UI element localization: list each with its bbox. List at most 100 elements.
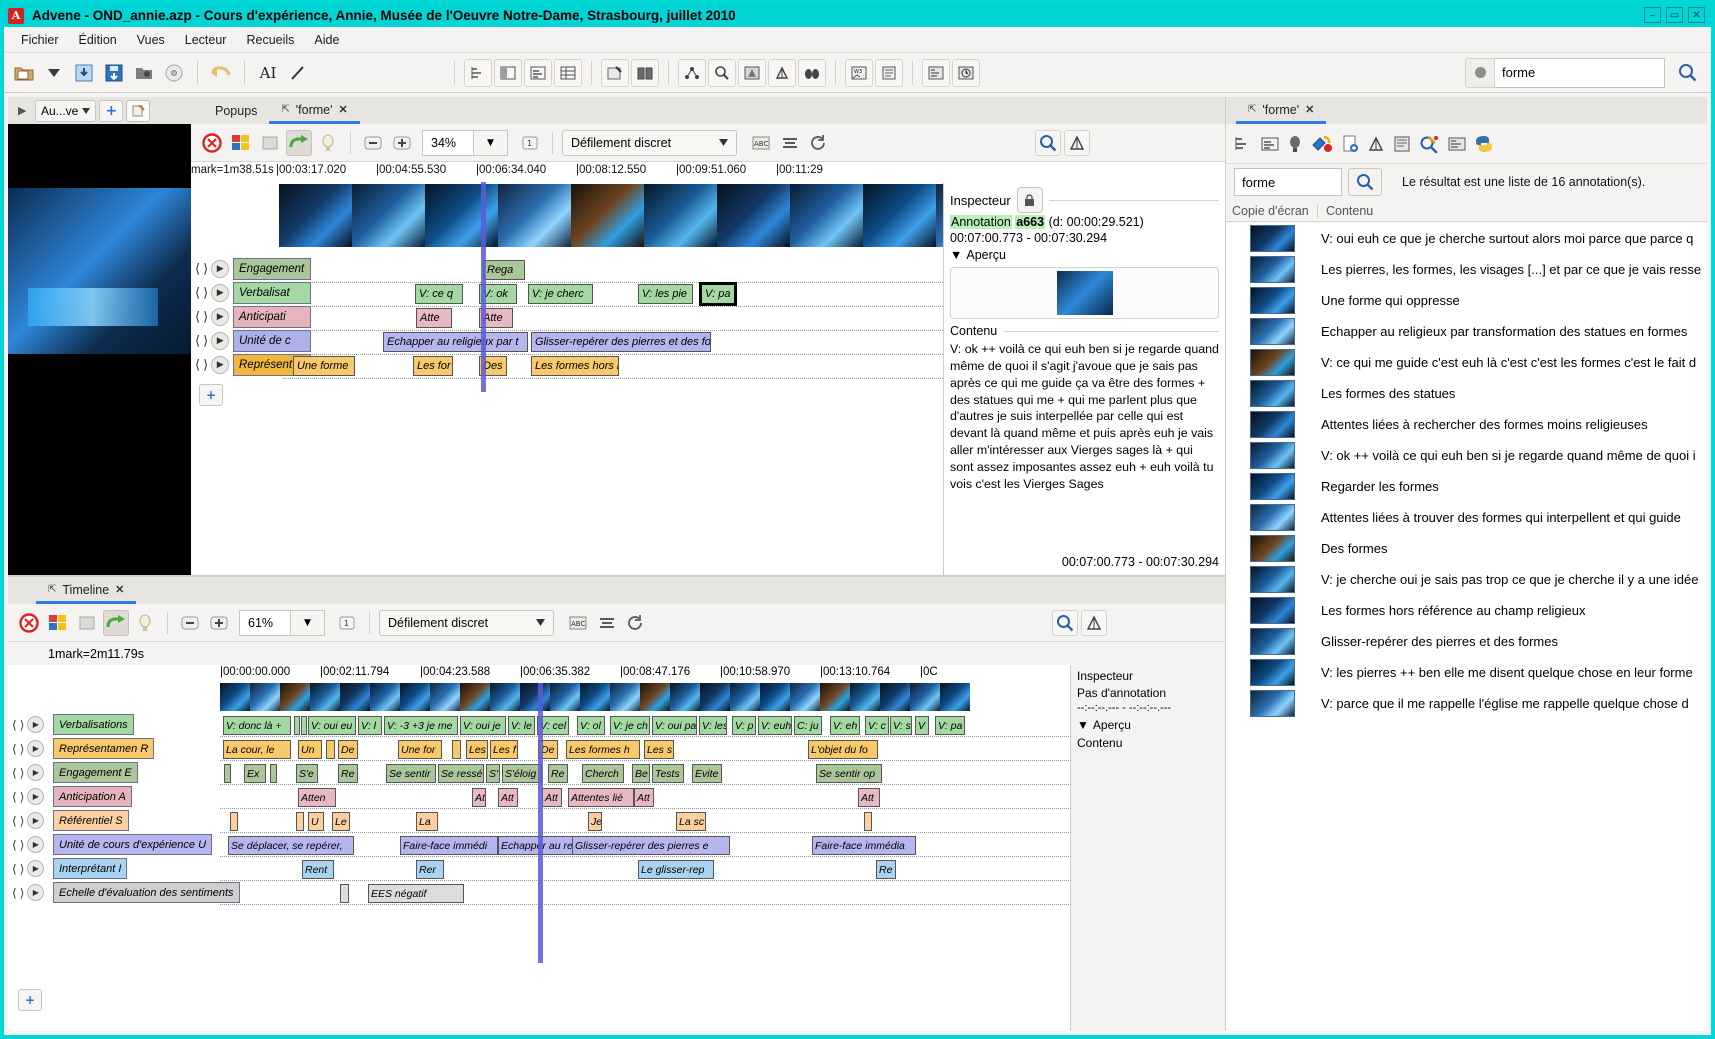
colors-icon[interactable]: [45, 610, 71, 636]
detach-icon[interactable]: ⇱: [48, 584, 56, 595]
bulb-icon[interactable]: [315, 130, 341, 156]
annotation-block[interactable]: U: [308, 812, 324, 831]
filmstrip-thumbnail[interactable]: [730, 683, 760, 711]
annotation-block[interactable]: Se sentir: [386, 764, 436, 783]
annotation-block[interactable]: Les s: [644, 740, 674, 759]
timeline-preview-header[interactable]: ▼ Aperçu: [1077, 718, 1219, 732]
shotvalidation-icon[interactable]: [1081, 609, 1107, 636]
zoom-in-icon[interactable]: [389, 130, 415, 156]
track-name[interactable]: Unité de cours d'expérience U: [53, 834, 213, 855]
chevron-down-icon[interactable]: [40, 59, 68, 87]
annotation-block[interactable]: V: les: [699, 716, 727, 735]
annotation-block[interactable]: [452, 740, 461, 759]
next-annotation-icon[interactable]: ⟩: [20, 766, 25, 780]
filmstrip-thumbnail[interactable]: [880, 683, 910, 711]
blank-icon[interactable]: [257, 130, 283, 156]
annotation-block[interactable]: Un: [298, 740, 322, 759]
annotation-block[interactable]: [224, 764, 231, 783]
zoom-dropdown-icon[interactable]: ▼: [474, 129, 508, 156]
result-thumbnail[interactable]: [1250, 535, 1295, 562]
list-item[interactable]: Des formes: [1226, 533, 1707, 564]
prev-annotation-icon[interactable]: ⟨: [12, 766, 17, 780]
filmstrip-thumbnail[interactable]: [220, 683, 250, 711]
preview-section-header[interactable]: ▼ Aperçu: [944, 245, 1225, 265]
results-list[interactable]: V: oui euh ce que je cherche surtout alo…: [1226, 223, 1707, 1031]
table-view-icon[interactable]: [554, 58, 582, 87]
annotation-block[interactable]: Att: [542, 788, 562, 807]
annotation-block[interactable]: [864, 812, 872, 831]
annotation-block[interactable]: V: donc là +: [223, 716, 291, 735]
tab-timeline[interactable]: ⇱ Timeline ✕: [36, 578, 137, 604]
list-item[interactable]: Une forme qui oppresse: [1226, 285, 1707, 316]
play-track-icon[interactable]: ▶: [27, 764, 45, 781]
list-item[interactable]: Attentes liées à rechercher des formes m…: [1226, 409, 1707, 440]
menu-aide[interactable]: Aide: [305, 30, 348, 50]
annotation-block[interactable]: V: je ch: [610, 716, 650, 735]
play-track-icon[interactable]: ▶: [27, 716, 45, 733]
menu-vues[interactable]: Vues: [128, 30, 174, 50]
record-dot-icon[interactable]: [1465, 57, 1495, 88]
search-input[interactable]: forme: [1495, 57, 1665, 88]
list-item[interactable]: V: je cherche oui je sais pas trop ce qu…: [1226, 564, 1707, 595]
zoom-dropdown-icon[interactable]: ▼: [291, 609, 325, 636]
annotation-block[interactable]: L'objet du fo: [808, 740, 878, 759]
filmstrip-thumbnail[interactable]: [250, 683, 280, 711]
annotation-block[interactable]: Les formes h: [566, 740, 640, 759]
stop-icon[interactable]: [199, 130, 225, 156]
search-icon[interactable]: [1348, 168, 1382, 196]
annotation-block[interactable]: [301, 716, 307, 735]
prev-annotation-icon[interactable]: ⟨: [195, 310, 200, 325]
annotation-block[interactable]: V: les pie: [638, 284, 693, 304]
expand-arrow-icon[interactable]: ▶: [18, 104, 32, 117]
document-icon[interactable]: [1394, 136, 1410, 152]
python-icon[interactable]: [1475, 135, 1493, 153]
result-thumbnail[interactable]: [1250, 225, 1295, 252]
search-icon[interactable]: [708, 58, 736, 87]
filmstrip-thumbnail[interactable]: [550, 683, 580, 711]
filmstrip-thumbnail[interactable]: [498, 184, 571, 247]
annotation-block[interactable]: V: oui pa: [652, 716, 697, 735]
filmstrip-thumbnail[interactable]: [760, 683, 790, 711]
prev-annotation-icon[interactable]: ⟨: [195, 286, 200, 301]
document-icon[interactable]: [875, 58, 903, 87]
annotation-block[interactable]: V: [915, 716, 929, 735]
annotation-block[interactable]: V: c: [865, 716, 889, 735]
annotation-block[interactable]: V: pa: [699, 282, 737, 306]
list-item[interactable]: V: oui euh ce que je cherche surtout alo…: [1226, 223, 1707, 254]
annotation-block[interactable]: [294, 716, 300, 735]
annotation-block[interactable]: [296, 812, 304, 831]
annotation-block[interactable]: Faire-face immédia: [812, 836, 916, 855]
next-annotation-icon[interactable]: ⟩: [203, 358, 208, 373]
track-name[interactable]: Verbalisations: [53, 714, 134, 735]
annotation-block[interactable]: Glisser-repérer des pierres e: [572, 836, 730, 855]
annotation-block[interactable]: Ex: [244, 764, 266, 783]
track-name[interactable]: Engagement E: [53, 762, 138, 783]
result-thumbnail[interactable]: [1250, 318, 1295, 345]
annotation-block[interactable]: De: [338, 740, 358, 759]
play-track-icon[interactable]: ▶: [27, 884, 45, 901]
filmstrip-thumbnail[interactable]: [850, 683, 880, 711]
edit-note-icon[interactable]: [126, 99, 151, 122]
next-annotation-icon[interactable]: ⟩: [20, 790, 25, 804]
filmstrip-thumbnail[interactable]: [717, 184, 790, 247]
result-thumbnail[interactable]: [1250, 349, 1295, 376]
paint-icon[interactable]: [1311, 135, 1333, 153]
close-button[interactable]: ✕: [1688, 7, 1705, 23]
list-item[interactable]: Les pierres, les formes, les visages [..…: [1226, 254, 1707, 285]
annotation-block[interactable]: Re: [548, 764, 568, 783]
filmstrip-thumbnail[interactable]: [340, 683, 370, 711]
next-annotation-icon[interactable]: ⟩: [20, 862, 25, 876]
prev-annotation-icon[interactable]: ⟨: [12, 790, 17, 804]
filmstrip-thumbnail[interactable]: [460, 683, 490, 711]
annotation-block[interactable]: S'éloig: [502, 764, 542, 783]
results-search-input[interactable]: forme: [1234, 168, 1342, 196]
result-thumbnail[interactable]: [1250, 380, 1295, 407]
result-thumbnail[interactable]: [1250, 566, 1295, 593]
annotation-block[interactable]: V: ce q: [415, 284, 463, 304]
next-annotation-icon[interactable]: ⟩: [20, 742, 25, 756]
prev-annotation-icon[interactable]: ⟨: [12, 742, 17, 756]
add-track-button[interactable]: +: [18, 989, 42, 1011]
annotation-block[interactable]: V: le: [508, 716, 535, 735]
filmstrip-thumbnail[interactable]: [370, 683, 400, 711]
undo-icon[interactable]: [207, 59, 235, 87]
